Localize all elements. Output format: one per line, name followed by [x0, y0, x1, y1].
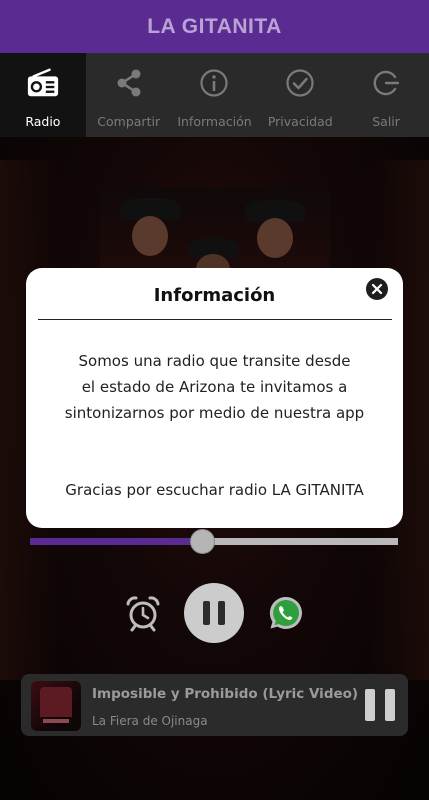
tab-bar: Radio Compartir Información Privacidad S… — [0, 53, 429, 137]
mini-pause-button[interactable] — [365, 689, 395, 721]
dialog-divider — [38, 319, 392, 320]
dialog-title: Información — [153, 285, 276, 306]
tab-info[interactable]: Información — [172, 53, 258, 137]
dialog-body: Somos una radio que transite desde el es… — [36, 348, 393, 426]
pause-icon — [203, 601, 210, 625]
dialog-body-line: sintonizarnos por medio de nuestra app — [64, 404, 365, 422]
pause-icon — [385, 689, 395, 721]
exit-icon — [369, 66, 403, 100]
now-playing-thumbnail — [31, 681, 81, 731]
alarm-clock-icon — [126, 596, 160, 632]
tab-privacy[interactable]: Privacidad — [257, 53, 343, 137]
whatsapp-icon — [269, 596, 302, 630]
thumbnail-art — [43, 719, 69, 723]
whatsapp-button[interactable] — [268, 595, 304, 631]
now-playing-artist: La Fiera de Ojinaga — [92, 714, 208, 728]
dialog-thanks-text: Gracias por escuchar radio LA GITANITA — [65, 481, 364, 499]
thumbnail-art — [40, 687, 72, 717]
tab-label: Privacidad — [267, 114, 333, 129]
close-button[interactable] — [366, 278, 388, 300]
radio-icon — [26, 66, 60, 100]
close-icon — [371, 283, 383, 295]
alarm-clock-button[interactable] — [124, 594, 162, 632]
tab-label: Salir — [372, 114, 400, 129]
dialog-body-line: Somos una radio que transite desde — [78, 352, 351, 370]
pause-button[interactable] — [184, 583, 244, 643]
share-icon — [112, 66, 146, 100]
pause-icon — [218, 601, 225, 625]
dialog-body-line: el estado de Arizona te invitamos a — [81, 378, 348, 396]
info-icon — [197, 66, 231, 100]
now-playing-title: Imposible y Prohibido (Lyric Video) — [92, 686, 359, 702]
now-playing-bar[interactable]: Imposible y Prohibido (Lyric Video) La F… — [21, 674, 408, 736]
tab-radio[interactable]: Radio — [0, 53, 86, 137]
tab-label: Compartir — [97, 114, 161, 129]
pause-icon — [365, 689, 375, 721]
app-title: LA GITANITA — [147, 14, 282, 38]
check-circle-icon — [283, 66, 317, 100]
tab-share[interactable]: Compartir — [86, 53, 172, 137]
app-header: LA GITANITA — [0, 0, 429, 53]
info-dialog: Información Somos una radio que transite… — [26, 268, 403, 528]
tab-exit[interactable]: Salir — [343, 53, 429, 137]
tab-label: Radio — [25, 114, 61, 129]
tab-label: Información — [177, 114, 252, 129]
progress-fill — [30, 538, 203, 545]
